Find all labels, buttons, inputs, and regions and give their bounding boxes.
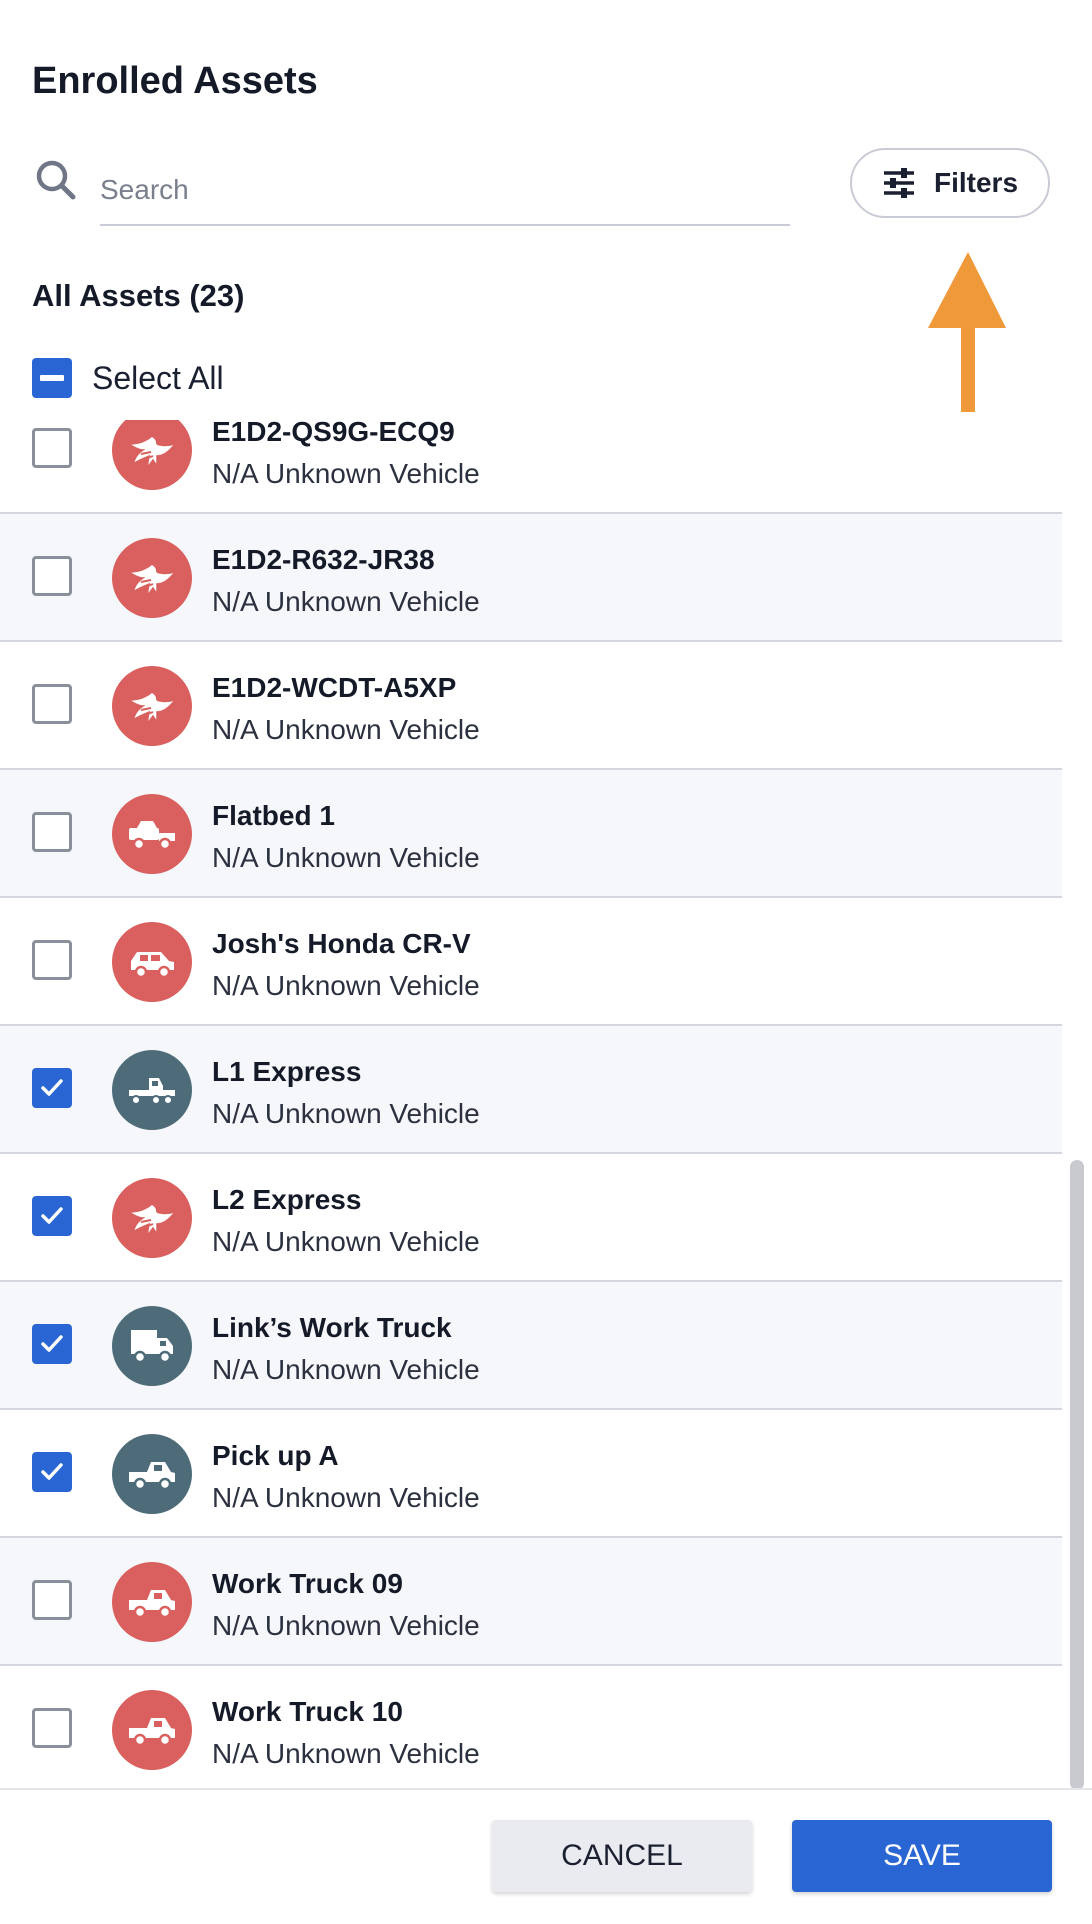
asset-avatar (112, 1690, 192, 1770)
asset-avatar (112, 1562, 192, 1642)
asset-list[interactable]: E1D2-QS9G-ECQ9 N/A Unknown Vehicle E1D2-R6… (0, 420, 1092, 1788)
checkbox-checked[interactable] (32, 1068, 72, 1108)
asset-avatar (112, 420, 192, 490)
checkbox[interactable] (32, 812, 72, 852)
asset-subtitle: N/A Unknown Vehicle (212, 1738, 480, 1769)
asset-name: E1D2-QS9G-ECQ9 (212, 420, 455, 447)
pickup-truck-icon (129, 1462, 175, 1491)
list-item[interactable]: Flatbed 1 N/A Unknown Vehicle (0, 770, 1062, 898)
list-item[interactable]: E1D2-R632-JR38 N/A Unknown Vehicle (0, 514, 1062, 642)
eagle-icon (127, 691, 177, 725)
checkbox[interactable] (32, 1708, 72, 1748)
filters-button[interactable]: Filters (850, 148, 1050, 218)
list-item[interactable]: Josh's Honda CR-V N/A Unknown Vehicle (0, 898, 1062, 1026)
list-item[interactable]: Link’s Work Truck N/A Unknown Vehicle (0, 1282, 1062, 1410)
eagle-icon (127, 435, 177, 469)
eagle-icon (127, 563, 177, 597)
asset-avatar (112, 1306, 192, 1386)
asset-subtitle: N/A Unknown Vehicle (212, 714, 480, 745)
checkbox-checked[interactable] (32, 1196, 72, 1236)
up-arrow-icon (928, 252, 1006, 412)
footer-bar: CANCEL SAVE (0, 1788, 1092, 1924)
checkmark-icon (41, 1335, 63, 1352)
checkbox[interactable] (32, 428, 72, 468)
asset-avatar (112, 1178, 192, 1258)
search-icon (36, 160, 76, 200)
asset-avatar (112, 1050, 192, 1130)
list-item[interactable]: E1D2-QS9G-ECQ9 N/A Unknown Vehicle (0, 420, 1062, 514)
asset-subtitle: N/A Unknown Vehicle (212, 1226, 480, 1257)
suv-icon (131, 952, 174, 979)
asset-name: Link’s Work Truck (212, 1312, 452, 1343)
asset-name: Pick up A (212, 1440, 339, 1471)
list-item[interactable]: E1D2-WCDT-A5XP N/A Unknown Vehicle (0, 642, 1062, 770)
checkmark-icon (41, 1079, 63, 1096)
checkbox[interactable] (32, 1580, 72, 1620)
asset-subtitle: N/A Unknown Vehicle (212, 1482, 480, 1513)
checkbox-checked[interactable] (32, 1452, 72, 1492)
select-all-control[interactable]: Select All (32, 358, 224, 398)
asset-name: Flatbed 1 (212, 800, 335, 831)
checkmark-icon (41, 1463, 63, 1480)
sliders-icon (883, 168, 914, 198)
list-item[interactable]: Work Truck 09 N/A Unknown Vehicle (0, 1538, 1062, 1666)
checkbox-checked[interactable] (32, 1324, 72, 1364)
asset-name: E1D2-WCDT-A5XP (212, 672, 457, 703)
asset-name: L1 Express (212, 1056, 362, 1087)
asset-subtitle: N/A Unknown Vehicle (212, 1354, 480, 1385)
semi-truck-icon (129, 1078, 175, 1105)
list-item[interactable]: L2 Express N/A Unknown Vehicle (0, 1154, 1062, 1282)
list-item[interactable]: Work Truck 10 N/A Unknown Vehicle (0, 1666, 1062, 1788)
filters-label: Filters (933, 167, 1019, 198)
scrollbar-thumb[interactable] (1070, 1160, 1084, 1790)
asset-name: E1D2-R632-JR38 (212, 544, 435, 575)
asset-avatar (112, 794, 192, 874)
search-input[interactable] (100, 162, 790, 226)
checkbox[interactable] (32, 940, 72, 980)
checkmark-icon (41, 1207, 63, 1224)
asset-subtitle: N/A Unknown Vehicle (212, 458, 480, 489)
pickup-truck-icon (129, 1718, 175, 1747)
cancel-button[interactable]: CANCEL (492, 1820, 752, 1892)
asset-name: Work Truck 10 (212, 1696, 403, 1727)
asset-name: Josh's Honda CR-V (212, 928, 471, 959)
box-truck-icon (131, 1330, 173, 1364)
flatbed-truck-icon (129, 821, 175, 851)
asset-name: Work Truck 09 (212, 1568, 403, 1599)
section-title: All Assets (23) (32, 278, 245, 313)
select-all-checkbox[interactable] (32, 358, 72, 398)
asset-name: L2 Express (212, 1184, 362, 1215)
save-button[interactable]: SAVE (792, 1820, 1052, 1892)
asset-subtitle: N/A Unknown Vehicle (212, 1610, 480, 1641)
select-all-label: Select All (92, 359, 224, 396)
asset-avatar (112, 666, 192, 746)
page-title: Enrolled Assets (32, 60, 318, 102)
asset-subtitle: N/A Unknown Vehicle (212, 842, 480, 873)
asset-avatar (112, 922, 192, 1002)
asset-subtitle: N/A Unknown Vehicle (212, 970, 480, 1001)
list-item[interactable]: Pick up A N/A Unknown Vehicle (0, 1410, 1062, 1538)
asset-avatar (112, 538, 192, 618)
asset-subtitle: N/A Unknown Vehicle (212, 1098, 480, 1129)
list-item[interactable]: L1 Express N/A Unknown Vehicle (0, 1026, 1062, 1154)
eagle-icon (127, 1203, 177, 1237)
pickup-truck-icon (129, 1590, 175, 1619)
checkbox[interactable] (32, 556, 72, 596)
asset-subtitle: N/A Unknown Vehicle (212, 586, 480, 617)
asset-avatar (112, 1434, 192, 1514)
checkbox[interactable] (32, 684, 72, 724)
